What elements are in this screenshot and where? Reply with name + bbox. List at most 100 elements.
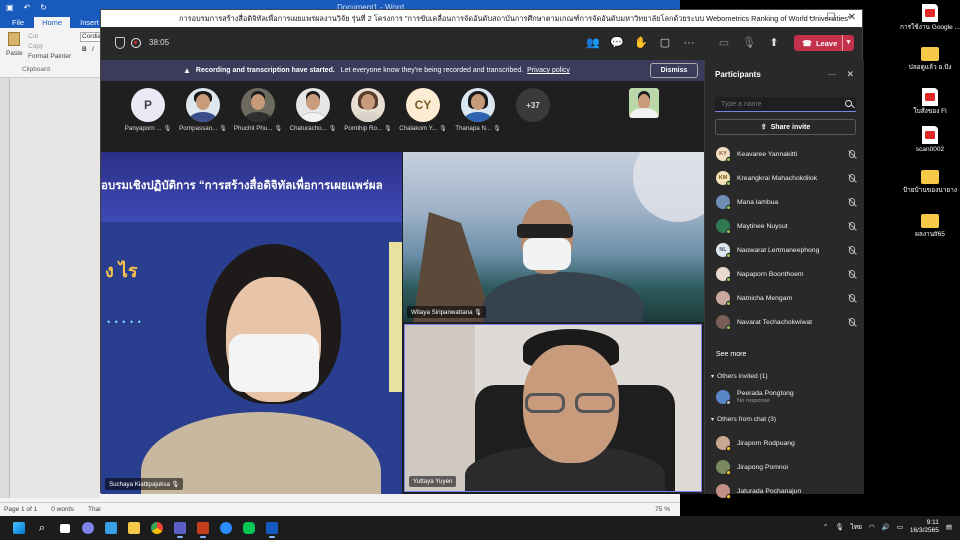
more-options-icon[interactable]: ··· — [827, 69, 836, 80]
participant-row[interactable]: Jirapong Pomnoi — [705, 455, 865, 479]
copy-button[interactable]: Copy — [28, 43, 43, 50]
more-actions-icon[interactable]: ··· — [681, 35, 697, 51]
participant-name: Kreangkrai Mahachokdilok — [737, 174, 818, 182]
format-painter-button[interactable]: Format Painter — [28, 53, 71, 60]
more-participants-tile[interactable]: +37 — [508, 88, 558, 122]
gallery-tile[interactable]: Pornthip Ro... 🎙 — [343, 88, 393, 132]
chevron-up-icon[interactable]: ⌃ — [823, 523, 828, 531]
clock[interactable]: 9:11 16/3/2565 — [910, 519, 939, 535]
undo-icon[interactable]: ↶ — [24, 3, 31, 12]
zoom-level[interactable]: 75 % — [655, 506, 670, 513]
invited-section-header[interactable]: ▾ Others invited (1) — [711, 373, 768, 380]
gallery-tile[interactable]: Phuchit Phu... 🎙 — [233, 88, 283, 132]
word-tab-file[interactable]: File — [4, 17, 32, 28]
participant-row[interactable]: NL Naowarat Lertmaneephong — [705, 238, 865, 262]
redo-icon[interactable]: ↻ — [40, 3, 47, 12]
mic-off-icon[interactable]: 🎙 — [741, 35, 757, 51]
file-explorer-icon[interactable] — [123, 518, 145, 538]
mic-off-icon — [849, 294, 855, 302]
font-name-field[interactable]: Cordia — [80, 32, 102, 42]
see-more-link[interactable]: See more — [716, 351, 746, 358]
bold-button[interactable]: B — [82, 46, 87, 53]
participant-row[interactable]: Jaturada Pochanajun — [705, 479, 865, 503]
minimize-icon[interactable]: – — [809, 12, 815, 23]
mic-off-icon[interactable]: 🎙 — [835, 523, 843, 531]
search-icon[interactable] — [845, 100, 852, 107]
participant-row[interactable]: Navarat Techachokwiwat — [705, 310, 865, 334]
face-mask — [229, 334, 319, 392]
battery-icon[interactable]: ▭ — [897, 523, 903, 531]
word-icon[interactable] — [261, 518, 283, 538]
gallery-tile[interactable]: CY Chalakom Y... 🎙 — [398, 88, 448, 132]
participant-row[interactable]: Maytinee Nuysut — [705, 214, 865, 238]
widgets-icon[interactable] — [100, 518, 122, 538]
word-document-area[interactable] — [0, 78, 100, 498]
zoom-icon[interactable] — [215, 518, 237, 538]
mic-off-icon: 🎙 — [274, 126, 283, 132]
video-tile-main[interactable]: อบรมเชิงปฏิบัติการ “การสร้างสื่อดิจิทัลเ… — [101, 152, 402, 494]
close-panel-icon[interactable]: ✕ — [846, 69, 854, 80]
gallery-tile[interactable]: Thanapa N... 🎙 — [453, 88, 503, 132]
italic-button[interactable]: I — [92, 46, 94, 53]
cut-button[interactable]: Cut — [28, 33, 38, 40]
close-icon[interactable]: ✕ — [848, 12, 856, 23]
share-invite-button[interactable]: ⇪ Share invite — [715, 119, 856, 135]
paste-icon[interactable] — [8, 32, 20, 46]
participant-row[interactable]: KM Kreangkrai Mahachokdilok — [705, 166, 865, 190]
self-preview-tile[interactable] — [619, 88, 669, 118]
desktop-icon-folder[interactable]: ป้ายบ้านของนายาง — [900, 168, 960, 195]
video-tile-active-speaker[interactable]: Yuttaya Yuyen — [404, 324, 702, 492]
gallery-tile[interactable]: Chaturacho... 🎙 — [288, 88, 338, 132]
gallery-tile[interactable]: P Panyaporn ... 🎙 — [123, 88, 173, 132]
maximize-icon[interactable]: ☐ — [827, 12, 836, 23]
participant-row[interactable]: KY Keavaree Yannakitti — [705, 142, 865, 166]
avatar — [716, 460, 731, 475]
search-icon[interactable]: ⌕ — [31, 518, 53, 538]
volume-icon[interactable]: 🔊 — [882, 523, 890, 531]
notification-icon[interactable]: ▤ — [946, 523, 952, 531]
chat-icon[interactable]: 💬 — [609, 35, 625, 51]
video-tile-top-right[interactable]: Witaya Siripanwattana 🎙 — [403, 152, 704, 322]
teams-icon[interactable] — [169, 518, 191, 538]
teams-chat-icon[interactable] — [77, 518, 99, 538]
participant-row[interactable]: Natnicha Mengam — [705, 286, 865, 310]
input-language[interactable]: ไทย — [851, 522, 862, 532]
participant-row[interactable]: Peerada Pongtong No response — [705, 385, 865, 409]
word-tab-home[interactable]: Home — [34, 17, 71, 28]
mic-off-icon: 🎙 — [439, 126, 447, 132]
desktop-icon-folder[interactable]: ผลงานff65 — [900, 212, 960, 239]
dismiss-button[interactable]: Dismiss — [650, 63, 698, 78]
privacy-policy-link[interactable]: Privacy policy — [527, 67, 570, 74]
desktop-icon-file[interactable]: การใช้งาน Google ... — [900, 4, 960, 32]
avatar — [716, 219, 731, 234]
mic-off-icon: 🎙 — [171, 481, 180, 488]
mic-off-icon: 🎙 — [219, 126, 227, 132]
wifi-icon[interactable]: ◠ — [869, 523, 875, 531]
gallery-name: Phuchit Phu... 🎙 — [233, 125, 283, 132]
task-view-icon[interactable] — [54, 518, 76, 538]
line-icon[interactable] — [238, 518, 260, 538]
save-icon[interactable]: ▣ — [6, 3, 14, 12]
leave-button[interactable]: ☎ Leave ▾ — [794, 35, 854, 51]
avatar — [716, 195, 731, 210]
share-screen-icon[interactable]: ⬆ — [766, 35, 782, 51]
participant-search-input[interactable] — [715, 97, 856, 112]
desktop-icon-file[interactable]: scan0002 — [900, 126, 960, 154]
desktop-icon-folder[interactable]: ปลอดูแล้ว อ.ปัง — [900, 45, 960, 72]
start-icon[interactable] — [8, 518, 30, 538]
participant-row[interactable]: Mana lambua — [705, 190, 865, 214]
raise-hand-icon[interactable]: ✋ — [633, 35, 649, 51]
rooms-icon[interactable]: ▢ — [657, 35, 673, 51]
camera-off-icon[interactable]: ▭ — [716, 35, 732, 51]
participant-row[interactable]: Napaporn Boonthoem — [705, 262, 865, 286]
chat-section-header[interactable]: ▾ Others from chat (3) — [711, 416, 776, 423]
chrome-icon[interactable] — [146, 518, 168, 538]
clock-time: 9:11 — [926, 519, 939, 526]
gallery-tile[interactable]: Pornpassan... 🎙 — [178, 88, 228, 132]
chevron-down-icon[interactable]: ▾ — [842, 35, 854, 51]
people-icon[interactable]: 👥 — [585, 35, 601, 51]
powerpoint-icon[interactable] — [192, 518, 214, 538]
desktop-icon-file[interactable]: ใบสั่งของ Fl — [900, 88, 960, 116]
paste-button[interactable]: Paste — [6, 50, 23, 57]
participant-row[interactable]: Jiraporn Rodpuang — [705, 431, 865, 455]
